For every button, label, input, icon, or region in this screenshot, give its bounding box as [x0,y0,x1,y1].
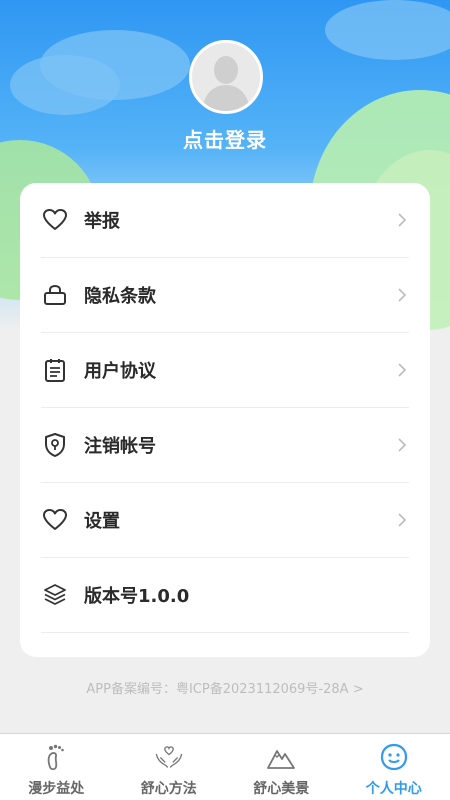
menu-item-label: 注销帐号 [84,436,156,457]
menu-item-delete-account[interactable]: 注销帐号 [41,408,409,483]
smiley-icon [379,742,409,772]
tab-label: 舒心方法 [140,781,197,797]
icp-record-link[interactable]: APP备案编号：粤ICP备2023112069号-28A > [0,678,450,697]
menu-item-label: 设置 [84,511,120,532]
chevron-right-icon [398,288,407,302]
heart-icon [41,206,69,234]
tab-walking-benefits[interactable]: 漫步益处 [0,734,113,800]
chevron-right-icon [398,438,407,452]
tab-label: 舒心美景 [253,781,310,797]
tab-label: 漫步益处 [28,781,85,797]
menu-item-settings[interactable]: 设置 [41,483,409,558]
tab-comfort-methods[interactable]: 舒心方法 [113,734,226,800]
tab-label: 个人中心 [365,781,422,797]
version-label: 版本号1.0.0 [84,586,190,607]
tab-personal-center[interactable]: 个人中心 [338,734,450,800]
layers-icon [41,581,69,609]
cloud-decoration [325,0,450,60]
menu-item-label: 举报 [84,211,120,232]
bottom-tab-bar: 漫步益处 舒心方法 舒心美景 个人中心 [0,733,450,800]
lock-icon [41,281,69,309]
chevron-right-icon [398,513,407,527]
chevron-right-icon [398,213,407,227]
cloud-decoration [10,55,120,115]
footprint-icon [41,742,71,772]
menu-item-privacy[interactable]: 隐私条款 [41,258,409,333]
settings-card: 举报 隐私条款 用户协议 注销帐号 设置 版本号1.0.0 [20,183,430,657]
chevron-right-icon [398,363,407,377]
avatar[interactable] [189,40,263,114]
menu-item-report[interactable]: 举报 [41,183,409,258]
clipboard-icon [41,356,69,384]
tab-comfort-scenery[interactable]: 舒心美景 [225,734,338,800]
menu-item-version: 版本号1.0.0 [41,558,409,633]
mountain-icon [266,742,296,772]
heart-icon [41,506,69,534]
shield-lock-icon [41,431,69,459]
login-prompt[interactable]: 点击登录 [0,124,450,153]
menu-item-user-agreement[interactable]: 用户协议 [41,333,409,408]
menu-item-label: 隐私条款 [84,286,156,307]
menu-item-label: 用户协议 [84,361,156,382]
default-user-icon [192,43,260,111]
hands-heart-icon [154,742,184,772]
